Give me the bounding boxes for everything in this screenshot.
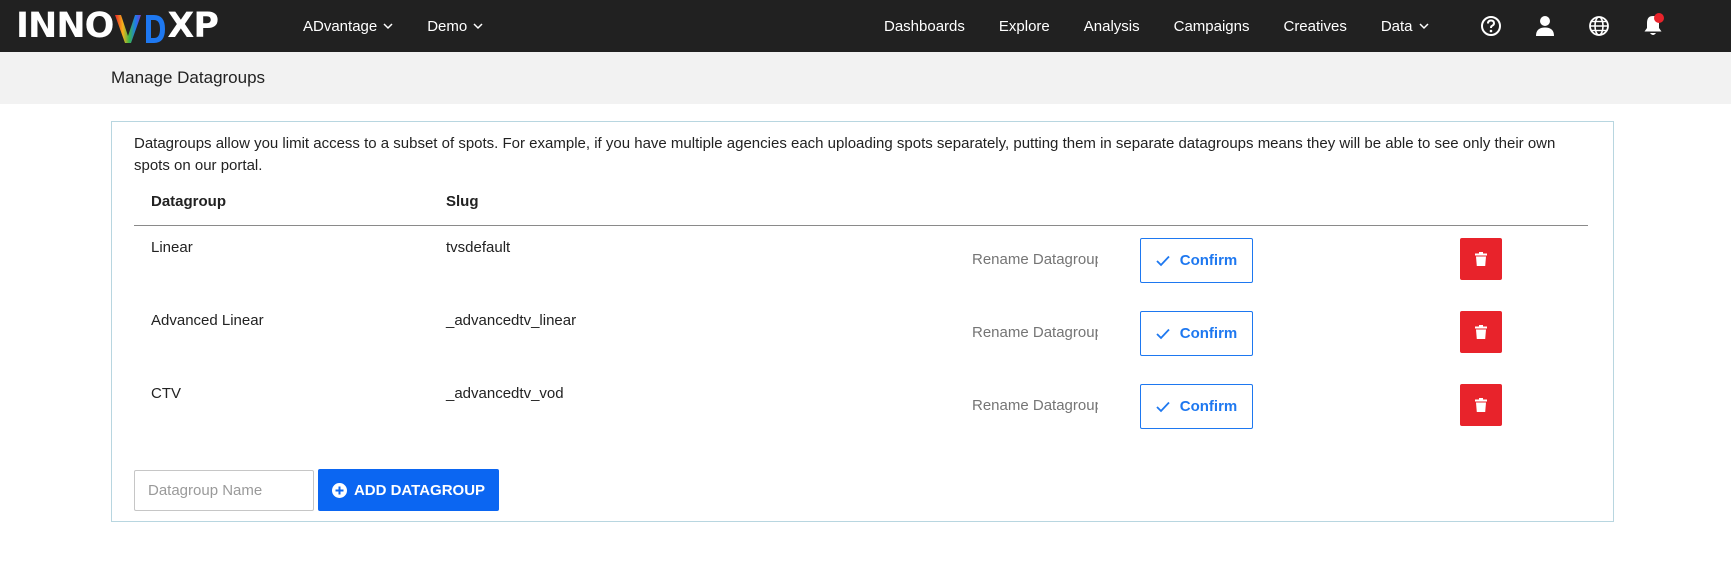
nav-item-label: Data (1380, 17, 1413, 35)
logo-prefix: INNO (16, 6, 114, 46)
trash-icon (1475, 325, 1487, 339)
confirm-button[interactable]: Confirm (1140, 238, 1253, 283)
page-header: Manage Datagroups (0, 52, 1731, 104)
confirm-label: Confirm (1179, 325, 1238, 342)
check-icon (1156, 328, 1170, 339)
nav-data-dropdown[interactable]: Data (1381, 18, 1429, 35)
rename-datagroup-input[interactable] (972, 251, 1098, 268)
add-datagroup-label: ADD DATAGROUP (353, 481, 486, 499)
datagroup-name-input[interactable] (134, 469, 314, 511)
chevron-down-icon (383, 23, 393, 30)
confirm-button[interactable]: Confirm (1140, 311, 1253, 356)
check-icon (1156, 255, 1170, 266)
user-icon[interactable] (1534, 15, 1556, 37)
datagroup-slug: _advancedtv_linear (446, 312, 577, 329)
brand-logo[interactable]: INNO XP (16, 6, 219, 46)
trash-icon (1475, 252, 1487, 266)
trash-icon (1475, 398, 1487, 412)
nav-item-label: ADvantage (303, 17, 378, 35)
confirm-button[interactable]: Confirm (1140, 384, 1253, 429)
confirm-label: Confirm (1179, 252, 1238, 269)
nav-item-label: Demo (427, 17, 468, 35)
rename-datagroup-input[interactable] (972, 324, 1098, 341)
datagroup-name: CTV (151, 385, 181, 402)
logo-v-mark (115, 15, 142, 43)
delete-button[interactable] (1460, 311, 1502, 353)
add-datagroup-form: ADD DATAGROUP (134, 469, 499, 511)
datagroup-slug: _advancedtv_vod (446, 385, 564, 402)
intro-text: Datagroups allow you limit access to a s… (134, 135, 1556, 174)
datagroups-card: Datagroups allow you limit access to a s… (111, 121, 1614, 522)
nav-dashboards[interactable]: Dashboards (884, 18, 965, 35)
logo-suffix: XP (167, 6, 219, 46)
add-datagroup-button[interactable]: ADD DATAGROUP (318, 469, 499, 511)
help-icon[interactable] (1480, 15, 1502, 37)
table-row: Linear tvsdefault Confirm (134, 227, 1588, 300)
nav-icons (1480, 0, 1696, 52)
nav-creatives[interactable]: Creatives (1283, 18, 1346, 35)
plus-circle-icon (331, 482, 347, 498)
table-row: Advanced Linear _advancedtv_linear Confi… (134, 300, 1588, 373)
rename-datagroup-input[interactable] (972, 397, 1098, 414)
delete-button[interactable] (1460, 384, 1502, 426)
confirm-label: Confirm (1179, 398, 1238, 415)
nav-analysis[interactable]: Analysis (1084, 18, 1140, 35)
nav-campaigns[interactable]: Campaigns (1174, 18, 1250, 35)
chevron-down-icon (473, 23, 483, 30)
nav-demo-dropdown[interactable]: Demo (427, 18, 483, 35)
nav-left: ADvantage Demo (303, 0, 517, 52)
check-icon (1156, 401, 1170, 412)
header-datagroup: Datagroup (151, 193, 226, 210)
table-row: CTV _advancedtv_vod Confirm (134, 373, 1588, 446)
header-slug: Slug (446, 193, 479, 210)
datagroup-slug: tvsdefault (446, 239, 511, 256)
nav-advantage-dropdown[interactable]: ADvantage (303, 18, 393, 35)
nav-right: Dashboards Explore Analysis Campaigns Cr… (884, 0, 1463, 52)
datagroup-name: Linear (151, 239, 193, 256)
bell-icon[interactable] (1642, 13, 1664, 37)
delete-button[interactable] (1460, 238, 1502, 280)
table-header: Datagroup Slug (134, 190, 1588, 226)
nav-explore[interactable]: Explore (999, 18, 1050, 35)
logo-d-mark (146, 15, 166, 43)
chevron-down-icon (1419, 23, 1429, 30)
globe-icon[interactable] (1588, 15, 1610, 37)
notification-dot (1654, 13, 1664, 23)
datagroup-name: Advanced Linear (151, 312, 264, 329)
page-title: Manage Datagroups (111, 68, 266, 87)
top-navbar: INNO XP ADvantage Demo Dashboards Explor… (0, 0, 1731, 52)
